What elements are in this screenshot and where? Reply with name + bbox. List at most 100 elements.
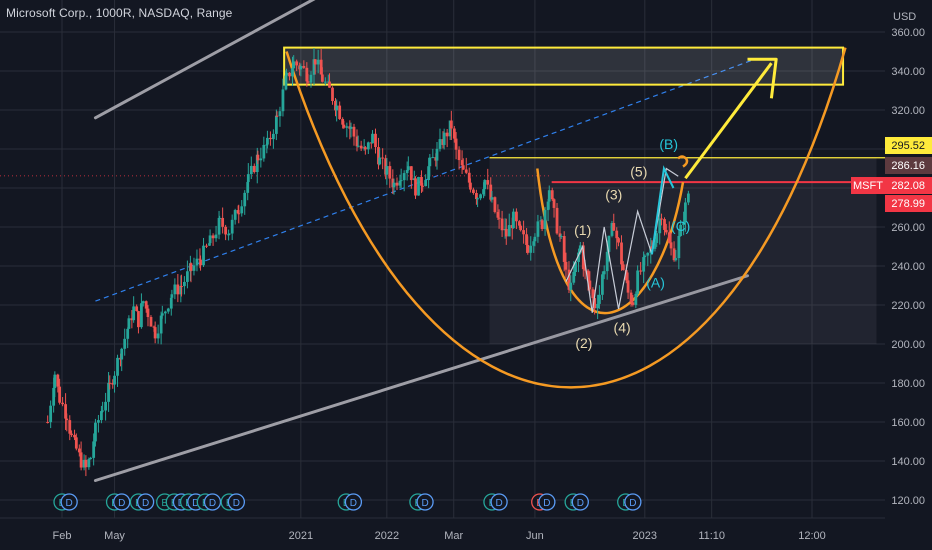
candle-body [601, 274, 604, 295]
candle-body [274, 115, 278, 134]
y-tick-label: 140.00 [891, 456, 925, 468]
wave-label: (B) [659, 136, 678, 152]
candle-body [320, 74, 324, 82]
candle-body [149, 317, 153, 327]
event-label: D [577, 498, 584, 509]
candle-body [233, 210, 237, 220]
y-tick-label: 340.00 [891, 66, 925, 78]
candle-body [211, 235, 215, 239]
candle-body [313, 59, 317, 65]
candle-body [479, 194, 482, 199]
candle-body [621, 264, 625, 271]
candle-body [285, 72, 288, 76]
candle-body [309, 74, 313, 83]
candle-body [409, 166, 413, 181]
candle-body [176, 284, 180, 295]
candle-body [438, 139, 442, 149]
wave-label: (4) [614, 319, 631, 335]
candle-body [180, 286, 183, 288]
candle-body [46, 422, 50, 423]
candle-body [342, 124, 346, 128]
event-label: D [421, 498, 428, 509]
candle-body [156, 333, 160, 339]
event-label: D [233, 498, 240, 509]
candle-body [552, 199, 556, 208]
candle-body [504, 228, 508, 237]
wave-label: (5) [630, 163, 647, 179]
candle-body [507, 225, 511, 237]
candle-body [266, 137, 269, 145]
candle-body [97, 420, 100, 423]
candle-body [74, 437, 78, 449]
event-label: D [118, 498, 125, 509]
candle-body [363, 147, 367, 150]
wave-label: (C) [671, 218, 690, 234]
y-tick-label: 160.00 [891, 417, 925, 429]
candle-body [166, 308, 170, 312]
candle-body [306, 81, 310, 83]
candle-body [424, 180, 428, 187]
wave-label: (A) [646, 274, 665, 290]
x-tick-label: 2023 [633, 530, 657, 542]
candle-body [77, 448, 81, 453]
chart-title: Microsoft Corp., 1000R, NASDAQ, Range [6, 6, 233, 20]
x-tick-label: Jun [526, 530, 544, 542]
candle-body [49, 405, 53, 423]
candle-body [299, 66, 303, 70]
candle-body [374, 133, 377, 148]
candle-body [256, 154, 260, 161]
candle-body [500, 218, 504, 231]
candle-body [89, 457, 93, 460]
candle-body [202, 245, 205, 266]
candle-body [249, 165, 253, 175]
candle-body [658, 218, 662, 234]
events-layer: EDEDEDEEDEDEDEDEDEDEDEDEDED [53, 493, 642, 511]
candle-body [288, 72, 291, 77]
candle-body [123, 338, 127, 349]
candle-body [53, 374, 57, 388]
price-chart[interactable]: (1) (2) (3) (4) (5) (A) (B) (C) EDEDEDEEDEDEDED… [0, 0, 932, 550]
candle-body [170, 294, 174, 298]
candle-body [316, 59, 320, 65]
y-tick-label: 200.00 [891, 339, 925, 351]
candle-body [526, 244, 530, 253]
candle-body [431, 157, 435, 159]
candle-body [366, 142, 370, 150]
candle-body [252, 165, 256, 173]
candle-body [417, 176, 420, 196]
candle-body [402, 173, 406, 181]
candle-body [634, 293, 638, 305]
candle-body [519, 225, 522, 231]
candle-body [221, 217, 225, 227]
candle-body [399, 180, 403, 182]
candle-body [643, 255, 647, 258]
candle-body [543, 210, 547, 229]
candle-body [449, 120, 453, 129]
candle-body [569, 282, 573, 290]
candle-body [224, 226, 228, 235]
candle-body [406, 166, 410, 170]
candle-body [137, 311, 140, 328]
candle-body [512, 211, 515, 229]
event-label: D [495, 498, 502, 509]
candle-body [271, 133, 275, 140]
candle-body [572, 272, 576, 283]
candle-body [295, 61, 299, 66]
candle-body [199, 259, 202, 266]
candle-body [135, 306, 139, 312]
candle-body [113, 375, 116, 385]
candle-body [87, 459, 91, 468]
candle-body [591, 289, 595, 299]
y-tick-label: 220.00 [891, 300, 925, 312]
candle-body [686, 193, 690, 203]
x-tick-label: Mar [444, 530, 463, 542]
candle-body [445, 132, 449, 137]
candle-body [356, 145, 360, 147]
candle-body [61, 402, 64, 405]
candle-body [564, 261, 568, 270]
candle-body [454, 138, 458, 150]
candle-body [262, 144, 266, 159]
candle-body [615, 230, 619, 239]
candle-body [338, 105, 342, 120]
candle-body [101, 410, 105, 412]
